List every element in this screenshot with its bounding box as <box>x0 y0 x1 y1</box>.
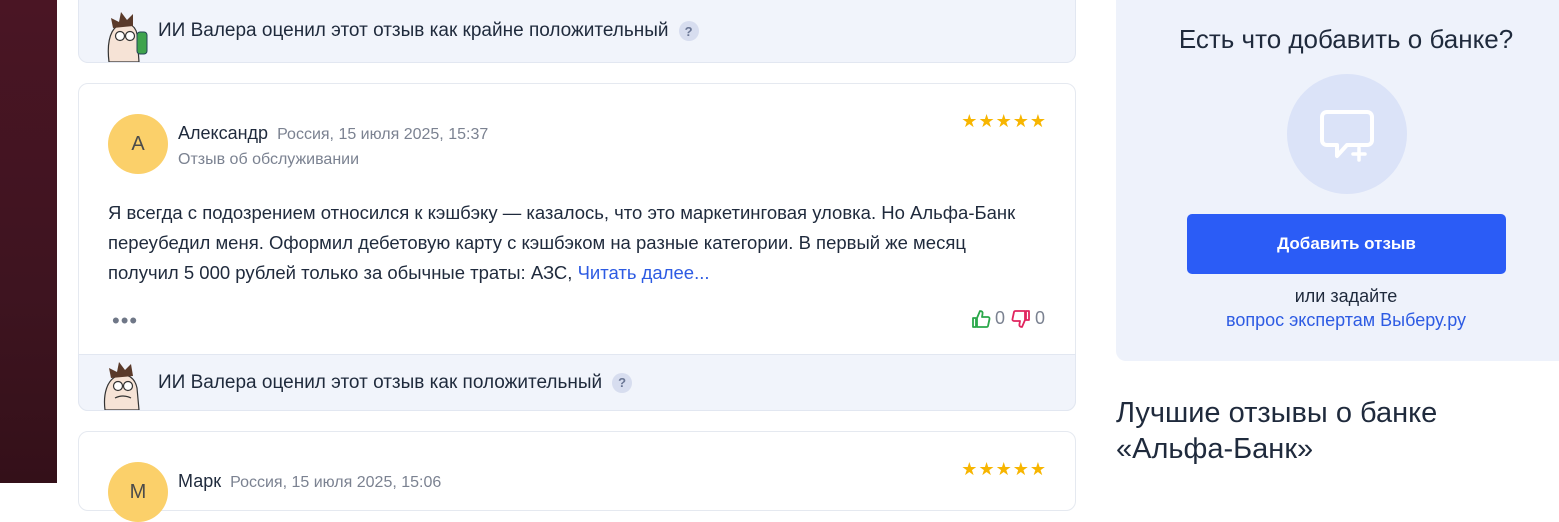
thumb-up-icon <box>972 309 991 328</box>
more-options-button[interactable]: ••• <box>112 308 138 334</box>
ai-rating-label: ИИ Валера оценил этот отзыв как крайне п… <box>158 20 669 41</box>
thumb-down-icon <box>1011 309 1030 328</box>
author-name: Александр <box>178 123 269 143</box>
chat-plus-icon-circle <box>1287 74 1407 194</box>
star-icon: ★ <box>995 459 1012 479</box>
add-review-panel: Есть что добавить о банке? Добавить отзы… <box>1116 0 1559 361</box>
review-author: Александр Россия, 15 июля 2025, 15:37 <box>178 123 488 144</box>
ai-valera-avatar-icon <box>103 362 140 410</box>
dislike-button[interactable]: 0 <box>1011 308 1045 329</box>
ai-valera-avatar-icon <box>107 12 148 62</box>
read-more-link[interactable]: Читать далее... <box>578 262 710 283</box>
like-count: 0 <box>994 308 1005 328</box>
help-icon[interactable]: ? <box>612 372 633 393</box>
star-icon: ★ <box>1029 111 1046 131</box>
like-button[interactable]: 0 <box>971 308 1005 329</box>
ai-rating-label: ИИ Валера оценил этот отзыв как положите… <box>158 371 603 393</box>
star-icon: ★ <box>961 111 978 131</box>
ai-rating-text: ИИ Валера оценил этот отзыв как крайне п… <box>158 20 699 42</box>
review-type: Отзыв об обслуживании <box>178 151 360 168</box>
author-name: Марк <box>178 471 222 491</box>
add-review-button[interactable]: Добавить отзыв <box>1187 214 1506 274</box>
star-icon: ★ <box>978 111 995 131</box>
star-icon: ★ <box>1012 111 1029 131</box>
ai-rating-bar: ИИ Валера оценил этот отзыв как положите… <box>78 354 1076 411</box>
review-author: Марк Россия, 15 июля 2025, 15:06 <box>178 471 441 492</box>
ai-rating-bar: ИИ Валера оценил этот отзыв как крайне п… <box>78 0 1076 63</box>
chat-plus-icon <box>1320 110 1374 162</box>
page-left-border <box>0 0 57 483</box>
star-rating: ★ ★ ★ ★ ★ <box>961 111 1046 132</box>
review-meta: Россия, 15 июля 2025, 15:37 <box>277 126 489 143</box>
ai-rating-text: ИИ Валера оценил этот отзыв как положите… <box>158 371 633 394</box>
review-body: Я всегда с подозрением относился к кэшбэ… <box>108 198 1038 288</box>
star-icon: ★ <box>961 459 978 479</box>
best-reviews-heading: Лучшие отзывы о банке «Альфа-Банк» <box>1116 397 1438 465</box>
help-icon[interactable]: ? <box>678 21 699 41</box>
vote-panel: 0 0 <box>971 308 1045 329</box>
star-rating: ★ ★ ★ ★ ★ <box>961 459 1046 480</box>
panel-title: Есть что добавить о банке? <box>1178 24 1514 54</box>
avatar: М <box>108 462 168 522</box>
dislike-count: 0 <box>1034 308 1045 328</box>
avatar: А <box>108 114 168 174</box>
star-icon: ★ <box>1029 459 1046 479</box>
star-icon: ★ <box>978 459 995 479</box>
star-icon: ★ <box>1012 459 1029 479</box>
star-icon: ★ <box>995 111 1012 131</box>
review-card: М Марк Россия, 15 июля 2025, 15:06 ★ ★ ★… <box>78 431 1076 522</box>
review-text: Я всегда с подозрением относился к кэшбэ… <box>108 202 1016 283</box>
or-ask-text: или задайте <box>1294 286 1398 306</box>
ask-experts-link[interactable]: вопрос экспертам Выберу.ру <box>1116 310 1559 331</box>
